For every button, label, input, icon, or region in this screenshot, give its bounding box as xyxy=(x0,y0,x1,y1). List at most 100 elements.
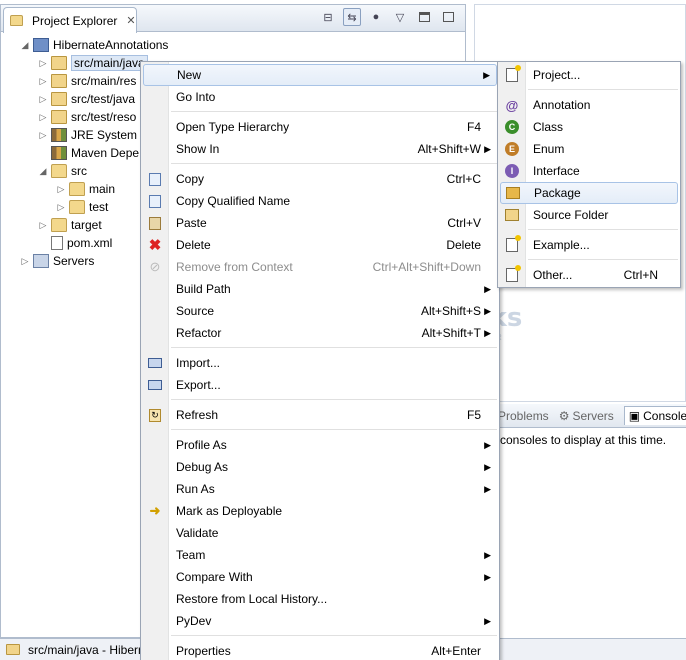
collapse-all-icon[interactable]: ⊟ xyxy=(319,8,337,26)
minimize-icon[interactable] xyxy=(415,8,433,26)
menu-item-label: Import... xyxy=(176,356,221,370)
library-icon xyxy=(51,146,67,160)
import-icon xyxy=(147,355,163,371)
collapse-arrow-icon[interactable]: ▷ xyxy=(37,76,49,87)
tree-item[interactable]: ▷ main xyxy=(55,180,115,198)
menu-item-label: Properties xyxy=(176,644,231,658)
menu-item-new[interactable]: New ▶ xyxy=(143,64,497,86)
menu-item-annotation[interactable]: @ Annotation xyxy=(500,94,678,116)
tab-servers[interactable]: ⚙ Servers xyxy=(559,409,614,423)
collapse-arrow-icon[interactable]: ▷ xyxy=(37,130,49,141)
submenu-arrow-icon: ▶ xyxy=(484,143,491,154)
tree-item[interactable]: ▷ target xyxy=(37,216,102,234)
menu-item-validate[interactable]: Validate xyxy=(143,522,497,544)
new-submenu: Project... @ Annotation C Class E Enum I Interfa… xyxy=(497,61,681,288)
tab-console[interactable]: ▣ Console xyxy=(623,406,686,425)
menu-item-enum[interactable]: E Enum xyxy=(500,138,678,160)
menu-item-team[interactable]: Team ▶ xyxy=(143,544,497,566)
menu-item-shortcut: F5 xyxy=(466,408,481,422)
menu-item-properties[interactable]: Properties Alt+Enter xyxy=(143,640,497,660)
folder-icon xyxy=(69,182,85,196)
tree-item-label: src/main/res xyxy=(71,74,137,88)
menu-item-profile-as[interactable]: Profile As ▶ xyxy=(143,434,497,456)
menu-item-go-into[interactable]: Go Into xyxy=(143,86,497,108)
menu-item-shortcut: F4 xyxy=(466,120,481,134)
tree-item[interactable]: pom.xml xyxy=(37,234,112,252)
menu-item-copy[interactable]: Copy Ctrl+C xyxy=(143,168,497,190)
menu-item-restore-from-local-history[interactable]: Restore from Local History... xyxy=(143,588,497,610)
menu-item-copy-qualified-name[interactable]: Copy Qualified Name xyxy=(143,190,497,212)
menu-item-shortcut: Alt+Shift+W xyxy=(417,142,481,156)
menu-item-build-path[interactable]: Build Path ▶ xyxy=(143,278,497,300)
menu-item-label: Open Type Hierarchy xyxy=(176,120,290,134)
collapse-arrow-icon[interactable]: ▷ xyxy=(55,184,67,195)
menu-item-interface[interactable]: I Interface xyxy=(500,160,678,182)
expand-arrow-icon[interactable]: ◢ xyxy=(37,166,49,177)
menu-item-label: Delete xyxy=(176,238,211,252)
tab-problems[interactable]: Problems xyxy=(498,409,549,423)
collapse-arrow-icon[interactable]: ▷ xyxy=(19,256,31,267)
menu-item-compare-with[interactable]: Compare With ▶ xyxy=(143,566,497,588)
view-menu-icon[interactable]: ▽ xyxy=(391,8,409,26)
menu-separator xyxy=(528,229,678,230)
menu-item-label: Copy xyxy=(176,172,205,186)
menu-item-export[interactable]: Export... xyxy=(143,374,497,396)
project-explorer-icon xyxy=(10,15,23,26)
tree-item[interactable]: ▷ test xyxy=(55,198,108,216)
project-explorer-tab[interactable]: Project Explorer ✕ xyxy=(3,7,137,33)
tree-item[interactable]: ◢ HibernateAnnotations xyxy=(19,36,168,54)
menu-item-label: Export... xyxy=(176,378,221,392)
menu-item-class[interactable]: C Class xyxy=(500,116,678,138)
maximize-icon[interactable] xyxy=(439,8,457,26)
close-icon[interactable]: ✕ xyxy=(126,14,135,27)
status-text: src/main/java - Hibern xyxy=(28,642,145,657)
menu-item-mark-as-deployable[interactable]: ➜ Mark as Deployable xyxy=(143,500,497,522)
tree-item[interactable]: ▷ src/main/res xyxy=(37,72,136,90)
menu-item-label: Mark as Deployable xyxy=(176,504,283,518)
menu-item-refresh[interactable]: ↻ Refresh F5 xyxy=(143,404,497,426)
collapse-arrow-icon[interactable]: ▷ xyxy=(37,94,49,105)
tree-item[interactable]: ▷ src/test/reso xyxy=(37,108,136,126)
menu-separator xyxy=(171,347,497,348)
menu-item-label: Refactor xyxy=(176,326,222,340)
menu-item-other[interactable]: Other... Ctrl+N xyxy=(500,264,678,286)
menu-item-project[interactable]: Project... xyxy=(500,64,678,86)
menu-item-refactor[interactable]: Refactor Alt+Shift+T ▶ xyxy=(143,322,497,344)
menu-item-example[interactable]: Example... xyxy=(500,234,678,256)
export-icon xyxy=(147,377,163,393)
menu-item-pydev[interactable]: PyDev ▶ xyxy=(143,610,497,632)
folder-icon xyxy=(51,218,67,232)
console-icon: ▣ xyxy=(628,409,641,423)
class-icon: C xyxy=(504,119,520,135)
tree-item[interactable]: ◢ src xyxy=(37,162,87,180)
servers-icon: ⚙ xyxy=(558,408,570,423)
menu-item-run-as[interactable]: Run As ▶ xyxy=(143,478,497,500)
collapse-arrow-icon[interactable]: ▷ xyxy=(37,112,49,123)
menu-item-open-type-hierarchy[interactable]: Open Type Hierarchy F4 xyxy=(143,116,497,138)
link-with-editor-icon[interactable]: ⇆ xyxy=(343,8,361,26)
filter-icon[interactable]: ● xyxy=(367,8,385,26)
menu-item-shortcut: Delete xyxy=(446,238,481,252)
menu-item-paste[interactable]: Paste Ctrl+V xyxy=(143,212,497,234)
menu-item-source[interactable]: Source Alt+Shift+S ▶ xyxy=(143,300,497,322)
menu-item-show-in[interactable]: Show In Alt+Shift+W ▶ xyxy=(143,138,497,160)
menu-item-import[interactable]: Import... xyxy=(143,352,497,374)
tree-item[interactable]: Maven Depe xyxy=(37,144,139,162)
menu-separator xyxy=(171,163,497,164)
menu-item-package[interactable]: Package xyxy=(500,182,678,204)
collapse-arrow-icon[interactable]: ▷ xyxy=(55,202,67,213)
tree-item[interactable]: ▷ src/main/java xyxy=(37,54,148,72)
tree-item[interactable]: ▷ src/test/java xyxy=(37,90,135,108)
menu-item-label: Compare With xyxy=(176,570,253,584)
menu-item-source-folder[interactable]: Source Folder xyxy=(500,204,678,226)
menu-item-label: Paste xyxy=(176,216,207,230)
collapse-arrow-icon[interactable]: ▷ xyxy=(37,220,49,231)
menu-item-debug-as[interactable]: Debug As ▶ xyxy=(143,456,497,478)
expand-arrow-icon[interactable]: ◢ xyxy=(19,40,31,51)
tree-item-label: src/main/java xyxy=(71,55,148,71)
tree-item[interactable]: ▷ Servers xyxy=(19,252,94,270)
menu-separator xyxy=(528,259,678,260)
collapse-arrow-icon[interactable]: ▷ xyxy=(37,58,49,69)
menu-item-delete[interactable]: ✖ Delete Delete xyxy=(143,234,497,256)
tree-item[interactable]: ▷ JRE System L xyxy=(37,126,147,144)
